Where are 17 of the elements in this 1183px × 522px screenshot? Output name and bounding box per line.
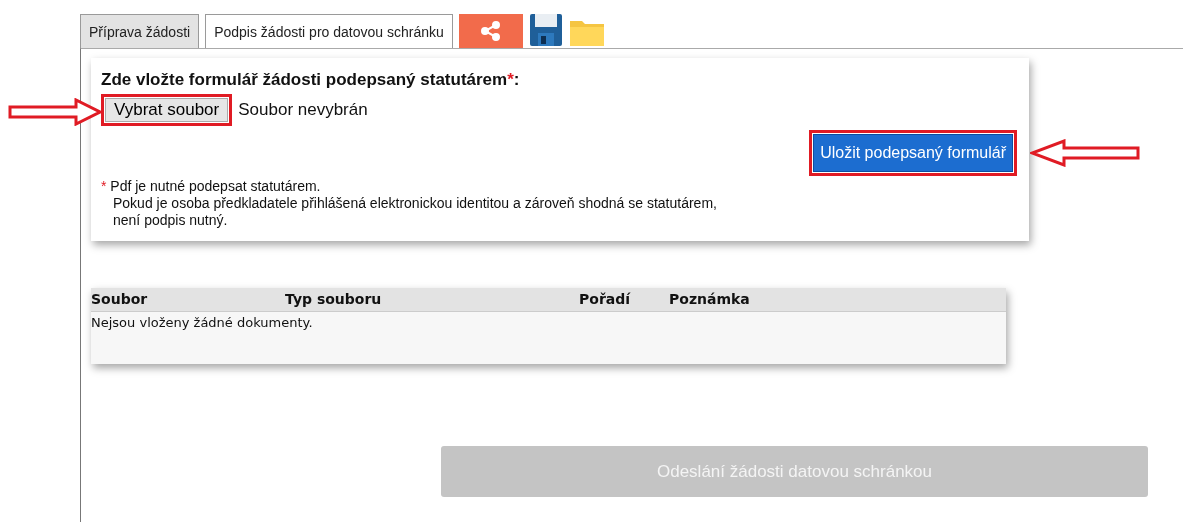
tab[interactable]: Příprava žádosti bbox=[80, 14, 200, 48]
note-text: není podpis nutný. bbox=[112, 212, 229, 229]
save-button[interactable]: Uložit podepsaný formulář bbox=[813, 134, 1013, 172]
empty-message: Nejsou vloženy žádné dokumenty. bbox=[91, 314, 314, 330]
column-header: Soubor bbox=[91, 291, 148, 307]
share-icon bbox=[479, 20, 502, 42]
column-header: Pořadí bbox=[579, 291, 631, 307]
choose-file-button[interactable]: Vybrat soubor bbox=[105, 98, 229, 122]
note-text: Pokud je osoba předkladatele přihlášená elektronickou identitou a zároveň shodná se statutárem, bbox=[112, 195, 718, 212]
required-mark: * bbox=[101, 178, 107, 194]
note-text: Pdf je nutné podepsat statutárem. bbox=[110, 178, 321, 194]
share-button[interactable] bbox=[458, 14, 523, 48]
tab[interactable]: Podpis žádosti pro datovou schránku bbox=[205, 14, 453, 48]
upload-title: Zde vložte formulář žádosti podepsaný statutárem*: bbox=[101, 70, 521, 90]
column-header: Typ souboru bbox=[285, 291, 382, 307]
file-status: Soubor nevybrán bbox=[238, 100, 368, 120]
column-header: Poznámka bbox=[669, 291, 750, 307]
